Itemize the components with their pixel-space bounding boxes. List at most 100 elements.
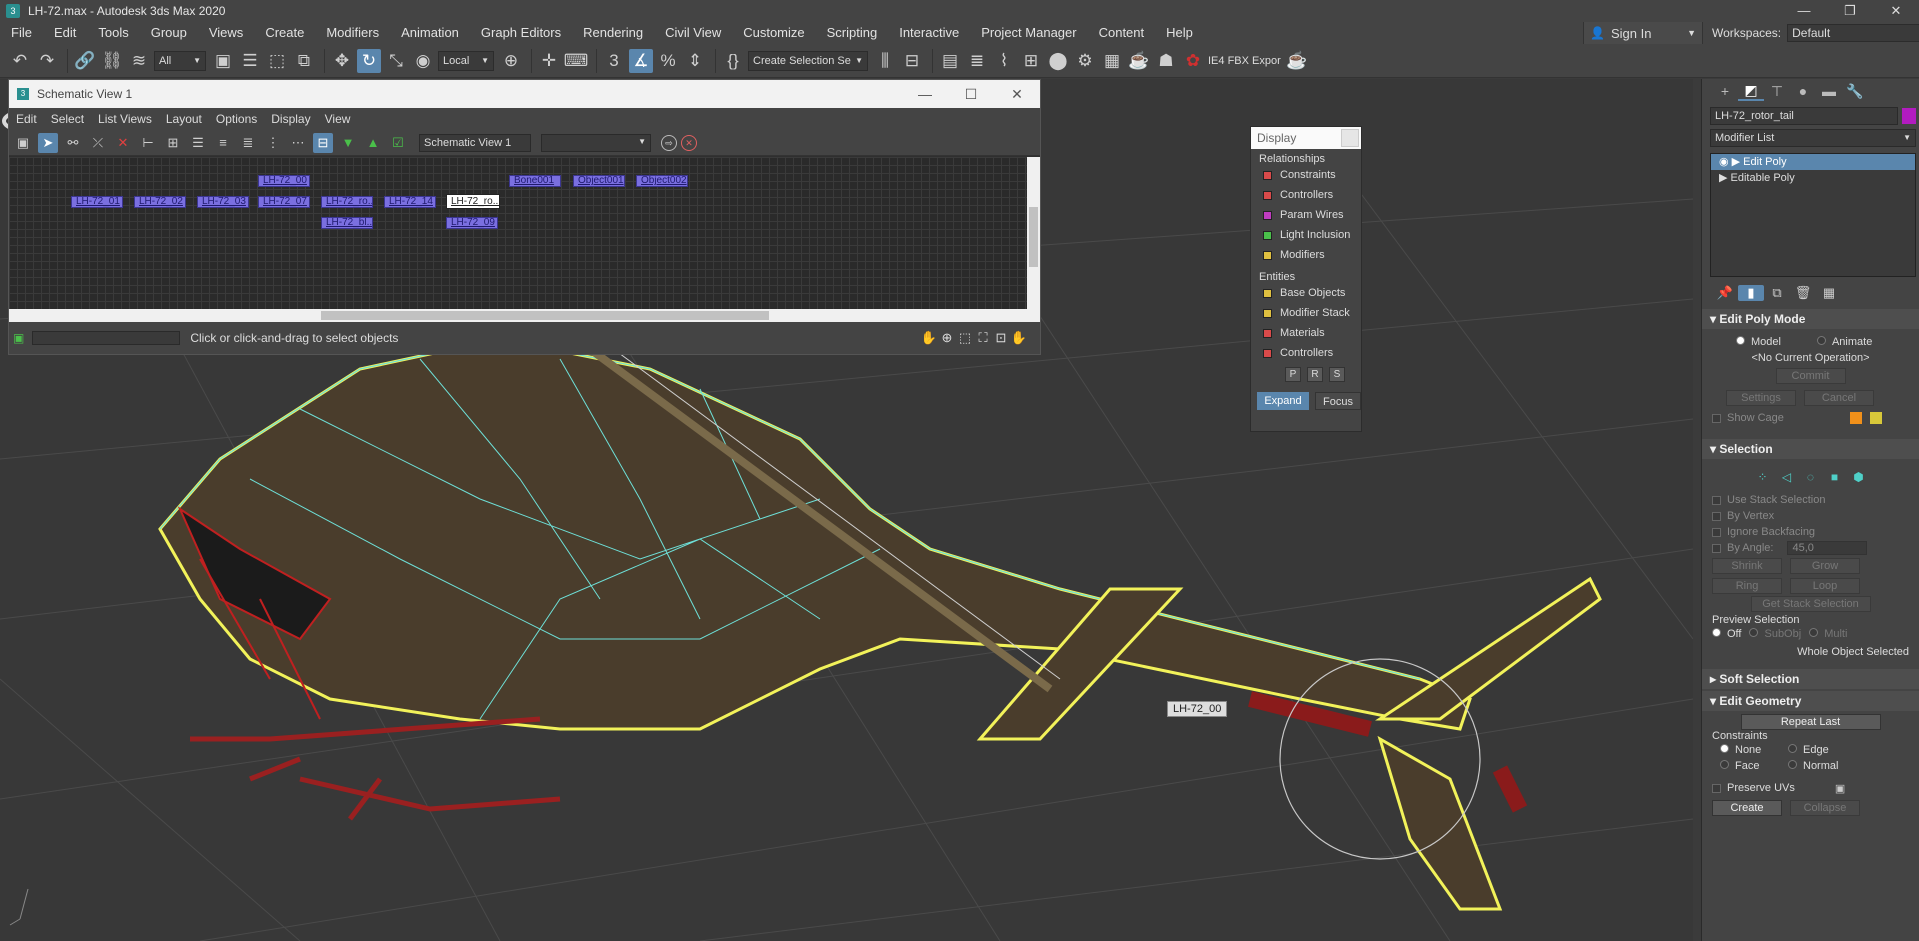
display-floater-title[interactable]: Display xyxy=(1251,127,1361,149)
connect-icon[interactable]: ⚯ xyxy=(63,133,83,153)
schematic-node[interactable]: LH-72_ro... xyxy=(321,196,373,208)
utilities-tab-icon[interactable]: 🔧 xyxy=(1842,83,1868,100)
schematic-horizontal-scrollbar[interactable] xyxy=(9,309,1040,322)
rollout-edit-geometry[interactable]: ▾ Edit Geometry xyxy=(1702,691,1919,711)
cage-selected-color-swatch[interactable] xyxy=(1869,412,1882,424)
element-icon[interactable]: ⬢ xyxy=(1850,468,1868,486)
get-stack-selection-button[interactable]: Get Stack Selection xyxy=(1750,596,1871,612)
undo-icon[interactable]: ↶ xyxy=(8,49,32,73)
render-production-icon[interactable]: ☗ xyxy=(1154,49,1178,73)
animate-radio[interactable]: Animate xyxy=(1816,336,1872,348)
by-angle-checkbox[interactable]: By Angle: 45,0 xyxy=(1712,540,1909,556)
window-crossing-icon[interactable]: ⧉ xyxy=(292,49,316,73)
layer-explorer-icon[interactable]: ▤ xyxy=(938,49,962,73)
link-icon[interactable]: 🔗 xyxy=(73,49,97,73)
configure-sets-icon[interactable]: ▦ xyxy=(1816,285,1842,301)
polygon-icon[interactable]: ■ xyxy=(1826,468,1844,486)
schematic-node[interactable]: LH-72_14 xyxy=(384,196,436,208)
schematic-menu-select[interactable]: Select xyxy=(44,112,91,126)
bind-space-warp-icon[interactable]: ≋ xyxy=(127,49,151,73)
schematic-menu-layout[interactable]: Layout xyxy=(159,112,209,126)
schematic-node[interactable]: LH-72_bl... xyxy=(321,217,373,229)
menu-tools[interactable]: Tools xyxy=(87,22,139,44)
rollout-selection[interactable]: ▾ Selection xyxy=(1702,439,1919,459)
display-option-controllers[interactable]: Controllers xyxy=(1251,185,1361,205)
preview-off-radio[interactable]: Off xyxy=(1712,628,1741,640)
pan-icon[interactable]: ✋ xyxy=(920,330,938,346)
schematic-view-icon[interactable]: ⊞ xyxy=(1019,49,1043,73)
repeat-last-button[interactable]: Repeat Last xyxy=(1740,714,1881,730)
schematic-title-bar[interactable]: 3 Schematic View 1 — ☐ ✕ xyxy=(9,80,1040,108)
arrange-selected-icon[interactable]: ≣ xyxy=(238,133,258,153)
render-setup-icon[interactable]: ⚙ xyxy=(1073,49,1097,73)
schematic-menu-display[interactable]: Display xyxy=(264,112,317,126)
preferences-icon[interactable]: ☑ xyxy=(388,133,408,153)
rectangular-selection-icon[interactable]: ⬚ xyxy=(265,49,289,73)
display-option-constraints[interactable]: Constraints xyxy=(1251,165,1361,185)
snap-toggle-icon[interactable]: 3 xyxy=(602,49,626,73)
show-cage-checkbox[interactable]: Show Cage xyxy=(1712,410,1784,426)
teapot-icon[interactable]: ☕ xyxy=(1285,49,1309,73)
position-toggle[interactable]: P xyxy=(1285,367,1301,382)
angle-spinner[interactable]: 45,0 xyxy=(1787,541,1868,555)
hierarchy-tab-icon[interactable]: ⊤ xyxy=(1764,83,1790,100)
menu-rendering[interactable]: Rendering xyxy=(572,22,654,44)
schematic-menu-options[interactable]: Options xyxy=(209,112,264,126)
go-to-bookmark-icon[interactable]: ⇨ xyxy=(661,134,677,151)
scale-toggle[interactable]: S xyxy=(1329,367,1345,382)
create-tab-icon[interactable]: + xyxy=(1712,83,1738,99)
shrink-button[interactable]: Shrink xyxy=(1712,558,1782,574)
zoom-extents-selected-icon[interactable]: ⊡ xyxy=(992,330,1010,346)
menu-project-manager[interactable]: Project Manager xyxy=(970,22,1087,44)
minimize-button[interactable]: — xyxy=(1781,0,1827,22)
loop-button[interactable]: Loop xyxy=(1790,578,1860,594)
schematic-canvas[interactable]: LH-72_00 Bone001 Object001 Object002 LH-… xyxy=(9,157,1027,309)
menu-views[interactable]: Views xyxy=(198,22,254,44)
motion-tab-icon[interactable]: ● xyxy=(1790,83,1816,99)
display-option-entity-controllers[interactable]: Controllers xyxy=(1251,343,1361,363)
menu-animation[interactable]: Animation xyxy=(390,22,470,44)
render-icon[interactable]: ☕ xyxy=(1127,49,1151,73)
schematic-search-field[interactable] xyxy=(32,331,181,345)
unlink-icon[interactable]: ⛓ xyxy=(100,49,124,73)
preserve-uvs-checkbox[interactable]: Preserve UVs ▣ xyxy=(1712,780,1909,796)
create-button[interactable]: Create xyxy=(1712,800,1782,816)
preserve-uvs-settings-icon[interactable]: ▣ xyxy=(1835,782,1845,795)
select-manipulate-icon[interactable]: ✛ xyxy=(537,49,561,73)
schematic-node[interactable]: LH-72_09 xyxy=(446,217,498,229)
reference-coordinate-dropdown[interactable]: Local ▼ xyxy=(438,50,494,71)
delete-bookmark-icon[interactable]: ✕ xyxy=(681,134,697,151)
rotate-icon[interactable]: ↻ xyxy=(357,48,381,73)
rendered-frame-icon[interactable]: ▦ xyxy=(1100,49,1124,73)
schematic-menu-list-views[interactable]: List Views xyxy=(91,112,159,126)
schematic-vertical-scrollbar[interactable] xyxy=(1027,157,1040,309)
workspaces-dropdown[interactable]: Default xyxy=(1787,24,1919,42)
border-icon[interactable]: ◌ xyxy=(1802,468,1820,486)
settings-button[interactable]: Settings xyxy=(1726,390,1796,406)
schematic-node-selected[interactable]: LH-72_ro... xyxy=(446,194,500,209)
menu-modifiers[interactable]: Modifiers xyxy=(315,22,390,44)
expand-arrow-icon[interactable]: ◉ ▶ xyxy=(1719,156,1743,168)
select-object-icon[interactable]: ▣ xyxy=(211,49,235,73)
schematic-menu-view[interactable]: View xyxy=(318,112,358,126)
selection-filter-dropdown[interactable]: All ▼ xyxy=(154,50,206,71)
pan-to-selected-icon[interactable]: ✋ xyxy=(1010,330,1028,346)
rotation-toggle[interactable]: R xyxy=(1307,367,1323,382)
commit-button[interactable]: Commit xyxy=(1775,368,1846,384)
arrange-children-icon[interactable]: ≡ xyxy=(213,133,233,153)
close-button[interactable]: ✕ xyxy=(1873,0,1919,22)
model-radio[interactable]: Model xyxy=(1736,336,1781,348)
rollout-soft-selection[interactable]: ▸ Soft Selection xyxy=(1702,669,1919,689)
schematic-node[interactable]: LH-72_00 xyxy=(258,175,310,187)
collapse-selected-icon[interactable]: ▲ xyxy=(363,133,383,153)
constraint-edge-radio[interactable]: Edge xyxy=(1788,744,1829,756)
close-button[interactable]: ✕ xyxy=(994,80,1040,108)
menu-customize[interactable]: Customize xyxy=(732,22,815,44)
align-icon[interactable]: ⊟ xyxy=(900,49,924,73)
redo-icon[interactable]: ↷ xyxy=(35,49,59,73)
angle-snap-icon[interactable]: ∡ xyxy=(629,48,653,73)
menu-create[interactable]: Create xyxy=(254,22,315,44)
modifier-list-dropdown[interactable]: Modifier List ▼ xyxy=(1710,129,1916,147)
select-icon[interactable]: ➤ xyxy=(38,132,58,153)
object-name-field[interactable]: LH-72_rotor_tail xyxy=(1710,107,1898,125)
